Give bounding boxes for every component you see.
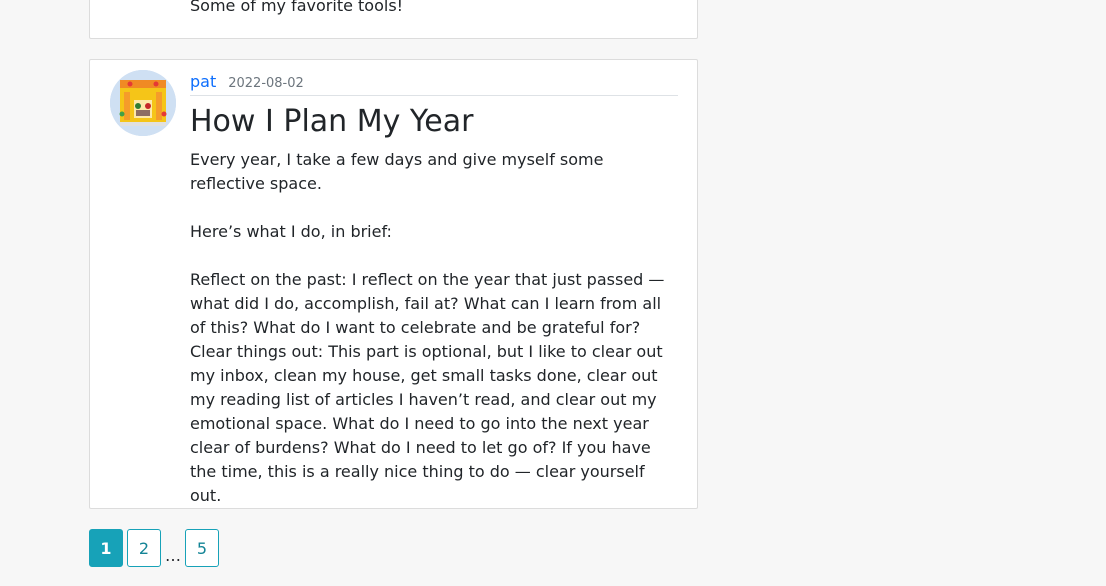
- author-avatar[interactable]: [110, 70, 176, 136]
- author-link[interactable]: pat: [190, 72, 216, 91]
- page-1-button[interactable]: 1: [89, 529, 123, 567]
- page-2-button[interactable]: 2: [127, 529, 161, 567]
- post-paragraph: Clear things out: This part is optional,…: [190, 342, 663, 505]
- post-title[interactable]: How I Plan My Year: [190, 102, 678, 142]
- pagination-ellipsis: …: [165, 546, 181, 565]
- post-body: pat 2022-08-02 How I Plan My Year Every …: [190, 72, 678, 508]
- post-paragraph: Reflect on the past: I reflect on the ye…: [190, 270, 665, 337]
- page-5-button[interactable]: 5: [185, 529, 219, 567]
- avatar-illustration-icon: [110, 70, 176, 136]
- post-paragraph: Here’s what I do, in brief:: [190, 222, 392, 241]
- previous-post-excerpt: Some of my favorite tools!: [190, 0, 404, 15]
- post-card: pat 2022-08-02 How I Plan My Year Every …: [89, 59, 698, 509]
- post-paragraph: Every year, I take a few days and give m…: [190, 150, 604, 193]
- post-content: Every year, I take a few days and give m…: [190, 148, 678, 508]
- post-date: 2022-08-02: [228, 76, 304, 91]
- post-meta: pat 2022-08-02: [190, 72, 678, 96]
- pagination: 1 2 … 5: [89, 529, 223, 567]
- previous-post-card: Some of my favorite tools!: [89, 0, 698, 39]
